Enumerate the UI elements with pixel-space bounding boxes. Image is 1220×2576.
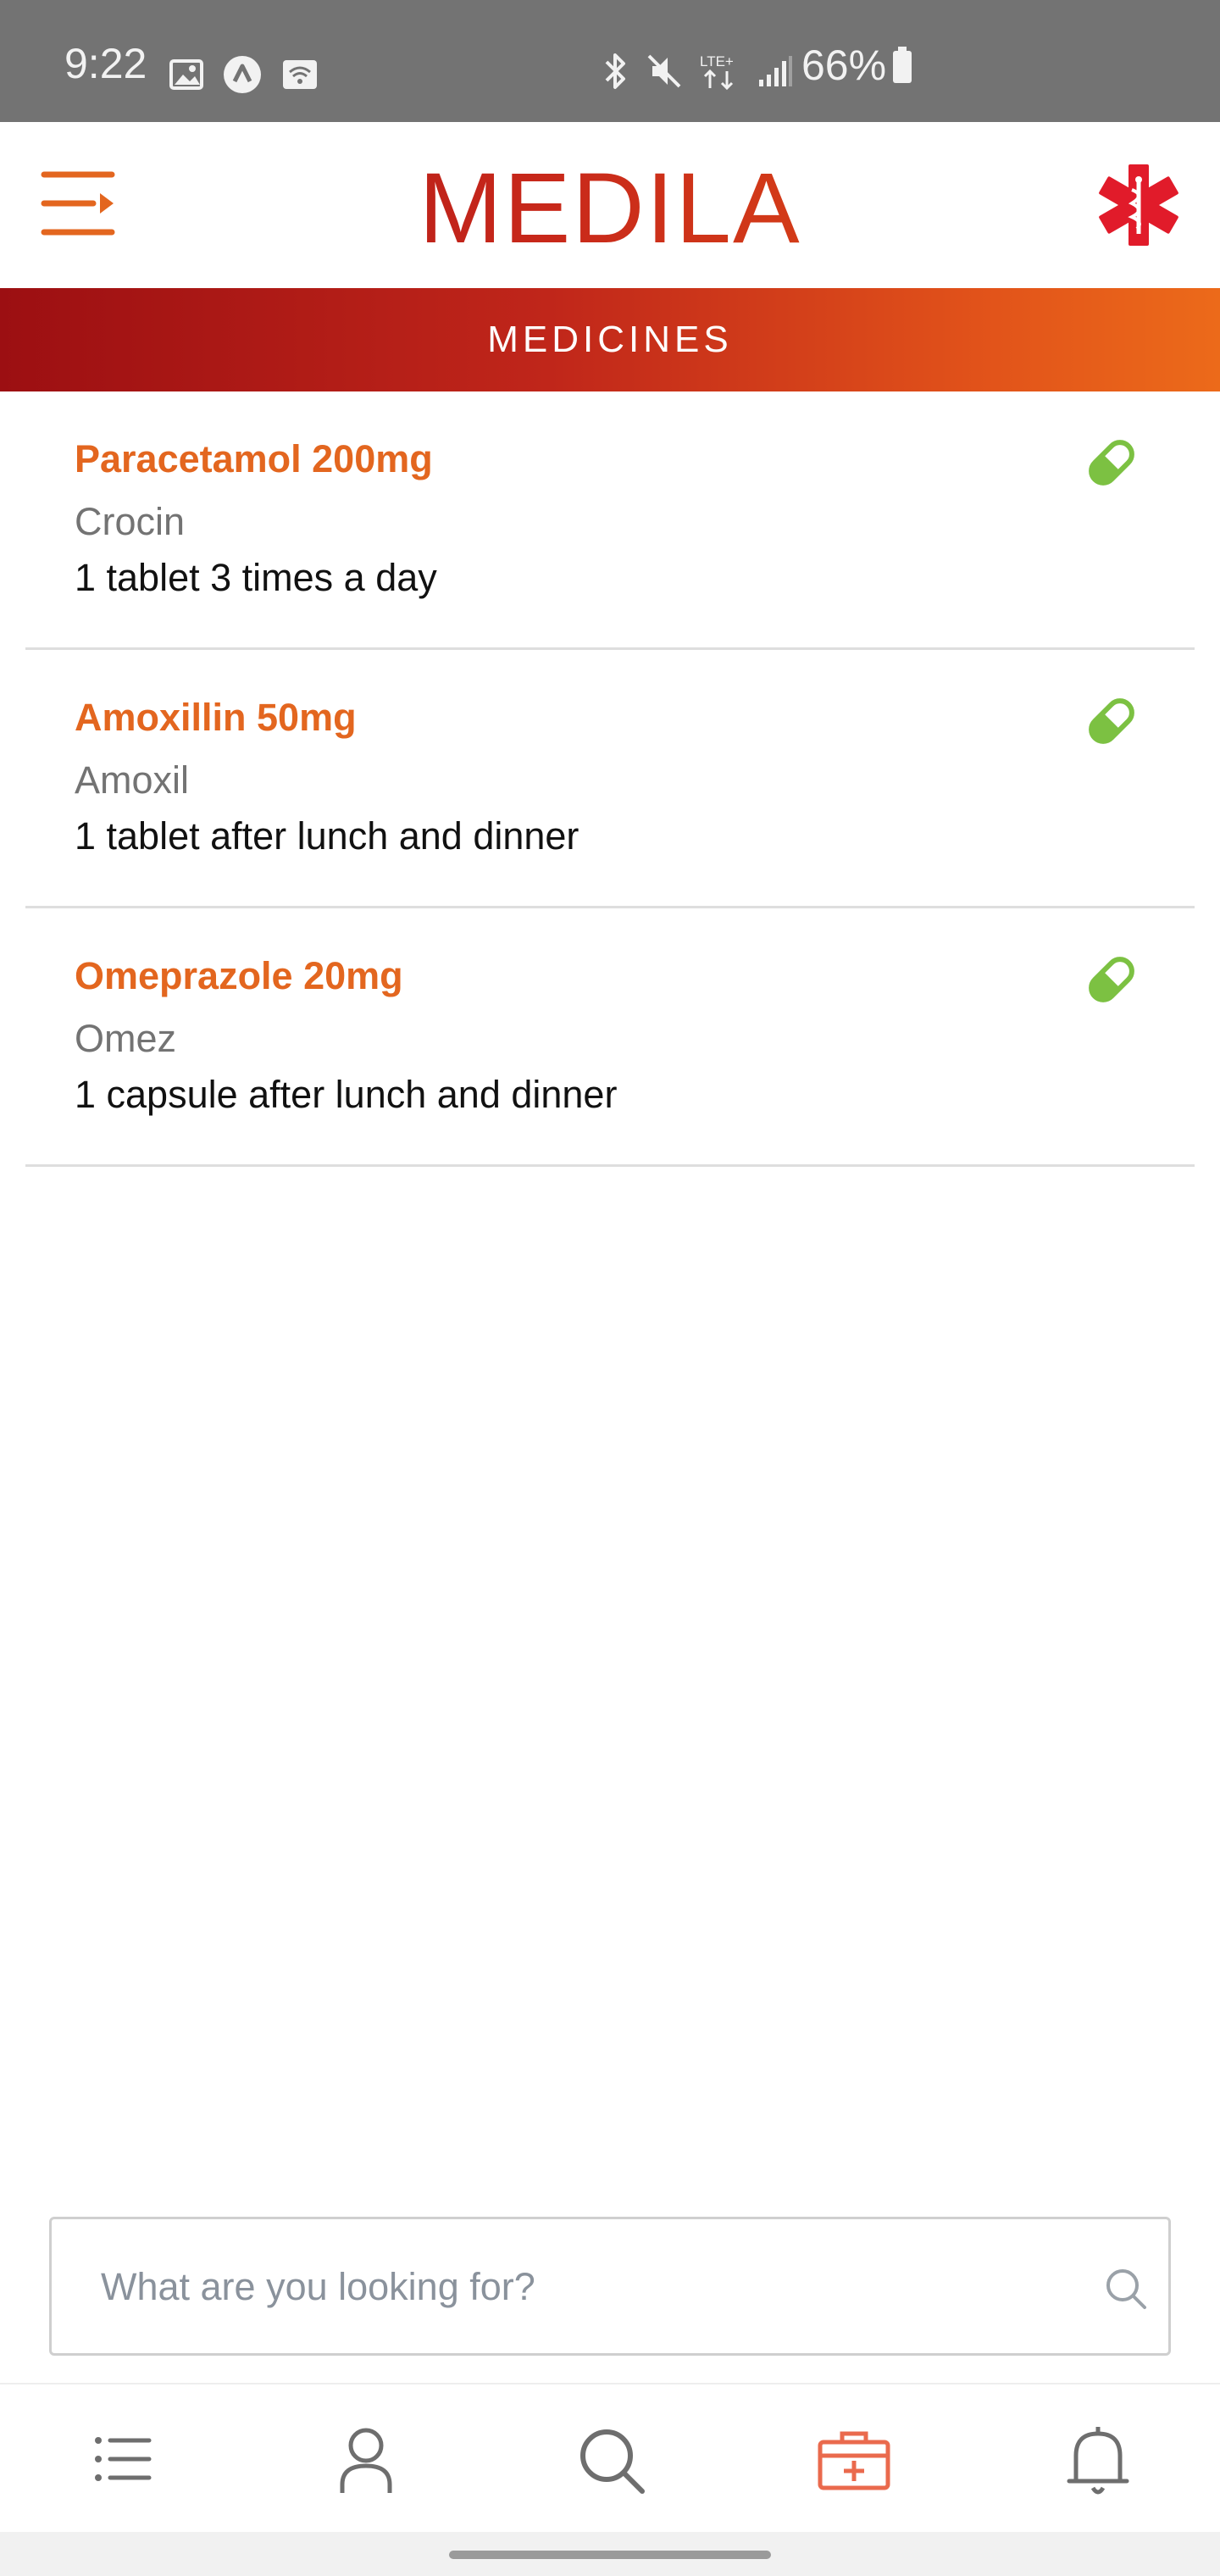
search-input[interactable] (99, 2219, 1034, 2355)
status-icons-left (169, 54, 319, 95)
gallery-icon (169, 59, 203, 90)
medicine-name: Omeprazole 20mg (75, 954, 403, 997)
bell-icon (1057, 2418, 1139, 2500)
battery-percent: 66% (801, 42, 887, 89)
search-icon[interactable] (1102, 2265, 1150, 2312)
list-item[interactable]: Paracetamol 200mg Crocin 1 tablet 3 time… (25, 391, 1195, 650)
bottom-navigation (0, 2383, 1220, 2534)
medicine-name: Paracetamol 200mg (75, 437, 433, 480)
medicine-brand: Omez (75, 1017, 177, 1060)
status-time: 9:22 (64, 40, 147, 87)
section-header: MEDICINES (0, 288, 1220, 391)
svg-text:LTE+: LTE+ (700, 53, 734, 69)
list-item[interactable]: Amoxillin 50mg Amoxil 1 tablet after lun… (25, 650, 1195, 908)
pill-icon[interactable] (1084, 952, 1139, 1007)
medical-kit-icon (813, 2418, 895, 2500)
medicine-dosage: 1 tablet 3 times a day (75, 556, 437, 599)
lte-icon: LTE+ (698, 51, 742, 92)
nav-profile-button[interactable] (325, 2418, 407, 2500)
medicine-dosage: 1 capsule after lunch and dinner (75, 1073, 618, 1116)
search-box (49, 2217, 1171, 2356)
status-bar: 9:22 LTE+ 66% (0, 0, 1220, 122)
app-title: MEDILA (0, 158, 1220, 259)
nav-search-button[interactable] (569, 2418, 651, 2500)
home-indicator[interactable] (449, 2551, 771, 2559)
list-item[interactable]: Omeprazole 20mg Omez 1 capsule after lun… (25, 908, 1195, 1167)
medicine-list: Paracetamol 200mg Crocin 1 tablet 3 time… (25, 391, 1195, 1167)
mute-icon (646, 53, 683, 90)
battery-icon (891, 47, 913, 84)
battery-indicator: 66% (801, 44, 913, 86)
nav-medicines-button[interactable] (813, 2418, 895, 2500)
medicine-brand: Amoxil (75, 758, 190, 802)
bluetooth-icon (600, 52, 630, 91)
nav-list-button[interactable] (81, 2418, 163, 2500)
signal-icon (757, 54, 793, 88)
list-icon (81, 2418, 163, 2500)
app-bar: MEDILA (0, 122, 1220, 288)
medical-star-of-life-icon[interactable] (1095, 161, 1183, 249)
system-navigation-bar (0, 2532, 1220, 2576)
wifi-hotspot-icon (281, 58, 319, 91)
medicine-name: Amoxillin 50mg (75, 696, 357, 739)
user-icon (325, 2418, 407, 2500)
medicine-dosage: 1 tablet after lunch and dinner (75, 814, 580, 858)
nav-notifications-button[interactable] (1057, 2418, 1139, 2500)
app-notification-icon (222, 54, 263, 95)
pill-icon[interactable] (1084, 694, 1139, 748)
pill-icon[interactable] (1084, 436, 1139, 490)
search-icon (569, 2418, 651, 2500)
medicine-brand: Crocin (75, 500, 186, 543)
status-icons-right: LTE+ (600, 51, 793, 92)
